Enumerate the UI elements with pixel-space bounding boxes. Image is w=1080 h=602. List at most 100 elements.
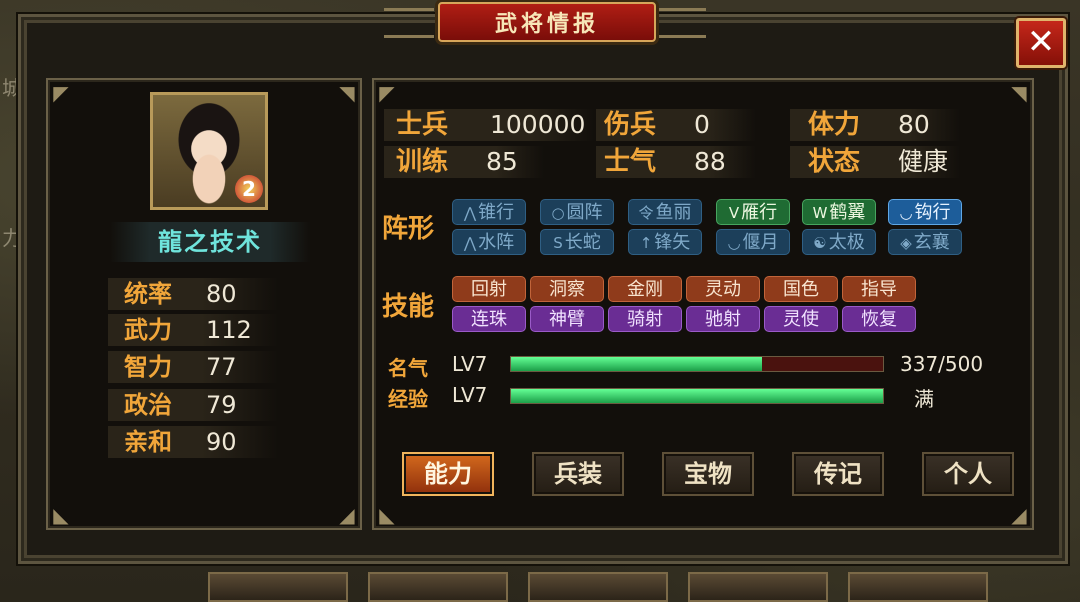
formation-tag-taiji[interactable]: ☯ 太极 <box>802 229 876 255</box>
formation-tag-xuanxiang[interactable]: ◈ 玄襄 <box>888 229 962 255</box>
troop-label: 伤兵 <box>604 110 657 140</box>
stat-row-force: 武力 112 <box>108 314 278 346</box>
corner-ornament-icon: ◣ <box>379 503 395 527</box>
stat-value: 90 <box>206 428 237 456</box>
corner-ornament-icon: ◤ <box>379 81 395 105</box>
skill-tag[interactable]: 指导 <box>842 276 916 302</box>
tab-treasure[interactable]: 宝物 <box>662 452 754 496</box>
stat-label: 亲和 <box>124 427 172 456</box>
corner-ornament-icon: ◤ <box>53 81 69 105</box>
stat-value: 112 <box>206 316 252 344</box>
stat-row-intelligence: 智力 77 <box>108 351 278 383</box>
stat-row-affinity: 亲和 90 <box>108 426 278 458</box>
skill-tag[interactable]: 连珠 <box>452 306 526 332</box>
fish-icon: 令 <box>638 204 654 222</box>
stat-label: 统率 <box>124 279 172 308</box>
troop-value: 100000 <box>490 110 586 139</box>
stat-value: 79 <box>206 391 237 419</box>
skill-tag[interactable]: 神臂 <box>530 306 604 332</box>
troop-label: 状态 <box>808 147 861 177</box>
skill-tag[interactable]: 骑射 <box>608 306 682 332</box>
title-ornament-left <box>384 8 434 38</box>
formation-tag-heyi[interactable]: W 鹤翼 <box>802 199 876 225</box>
skill-tag[interactable]: 金刚 <box>608 276 682 302</box>
experience-progress-bar <box>510 388 884 404</box>
water-icon: ⋀ <box>463 234 477 252</box>
troop-value: 健康 <box>898 147 949 176</box>
troop-value: 80 <box>898 110 930 139</box>
troop-value: 0 <box>694 110 710 139</box>
corner-ornament-icon: ◣ <box>53 503 69 527</box>
window-title: 武将情报 <box>438 2 656 42</box>
skill-tag[interactable]: 回射 <box>452 276 526 302</box>
skill-tag[interactable]: 灵动 <box>686 276 760 302</box>
background-card <box>528 572 668 602</box>
troop-label: 士气 <box>604 147 657 177</box>
troop-label: 训练 <box>396 147 449 177</box>
diamond-icon: ◈ <box>900 234 912 252</box>
tab-biography[interactable]: 传记 <box>792 452 884 496</box>
tab-equipment[interactable]: 兵装 <box>532 452 624 496</box>
hook-icon: ◡ <box>899 204 913 222</box>
formation-tag-yanxing[interactable]: V 雁行 <box>716 199 790 225</box>
background-card <box>688 572 828 602</box>
wings-icon: W <box>812 204 828 222</box>
corner-ornament-icon: ◥ <box>339 81 355 105</box>
troop-value: 88 <box>694 147 726 176</box>
general-portrait[interactable]: 2 <box>150 92 268 210</box>
fame-progress-fill <box>511 357 762 371</box>
background-card <box>848 572 988 602</box>
corner-ornament-icon: ◢ <box>1011 503 1027 527</box>
close-button[interactable]: ✕ <box>1016 18 1066 68</box>
skills-label: 技能 <box>382 292 435 322</box>
stat-value: 80 <box>206 280 237 308</box>
formation-tag-gouxing[interactable]: ◡ 钩行 <box>888 199 962 225</box>
stat-row-command: 统率 80 <box>108 278 278 310</box>
stat-label: 智力 <box>124 352 172 381</box>
stat-label: 政治 <box>124 390 172 419</box>
experience-progress-text: 满 <box>914 387 934 411</box>
crescent-icon: ◡ <box>727 234 741 252</box>
close-icon: ✕ <box>1026 22 1056 62</box>
skill-tag[interactable]: 驰射 <box>686 306 760 332</box>
stat-label: 武力 <box>124 315 172 344</box>
circle-icon: ○ <box>551 204 565 222</box>
fame-label: 名气 <box>388 356 428 380</box>
troop-label: 体力 <box>808 110 861 140</box>
formation-tag-yanyue[interactable]: ◡ 偃月 <box>716 229 790 255</box>
troop-label: 士兵 <box>396 110 449 140</box>
experience-progress-fill <box>511 389 883 403</box>
stat-value: 77 <box>206 353 237 381</box>
tab-personal[interactable]: 个人 <box>922 452 1014 496</box>
experience-label: 经验 <box>388 387 428 411</box>
skill-tag[interactable]: 灵使 <box>764 306 838 332</box>
corner-ornament-icon: ◥ <box>1011 81 1027 105</box>
formation-tag-shuizhen[interactable]: ⋀ 水阵 <box>452 229 526 255</box>
skill-tag[interactable]: 国色 <box>764 276 838 302</box>
formation-tag-yuanzhen[interactable]: ○ 圆阵 <box>540 199 614 225</box>
formation-tag-zhuixing[interactable]: ⋀ 锥行 <box>452 199 526 225</box>
skill-tag[interactable]: 洞察 <box>530 276 604 302</box>
background-card <box>208 572 348 602</box>
experience-level: LV7 <box>452 383 488 407</box>
arrow-up-icon: ↑ <box>639 234 653 252</box>
troop-value: 85 <box>486 147 518 176</box>
fame-progress-text: 337/500 <box>900 352 984 376</box>
snake-icon: S <box>553 234 563 252</box>
fame-level: LV7 <box>452 352 488 376</box>
formation-tag-changshe[interactable]: S 长蛇 <box>540 229 614 255</box>
corner-ornament-icon: ◢ <box>339 503 355 527</box>
formation-tag-fengshi[interactable]: ↑ 锋矢 <box>628 229 702 255</box>
v-shape-icon: V <box>728 204 740 222</box>
tab-ability[interactable]: 能力 <box>402 452 494 496</box>
wedge-icon: ⋀ <box>463 204 477 222</box>
title-ornament-right <box>656 8 706 38</box>
star-level-badge: 2 <box>235 175 263 203</box>
formation-tag-yuli[interactable]: 令鱼丽 <box>628 199 702 225</box>
fame-progress-bar <box>510 356 884 372</box>
background-card <box>368 572 508 602</box>
formation-label: 阵形 <box>382 214 435 244</box>
taiji-icon: ☯ <box>813 234 827 252</box>
general-name: 龍之技术 <box>110 222 310 262</box>
skill-tag[interactable]: 恢复 <box>842 306 916 332</box>
